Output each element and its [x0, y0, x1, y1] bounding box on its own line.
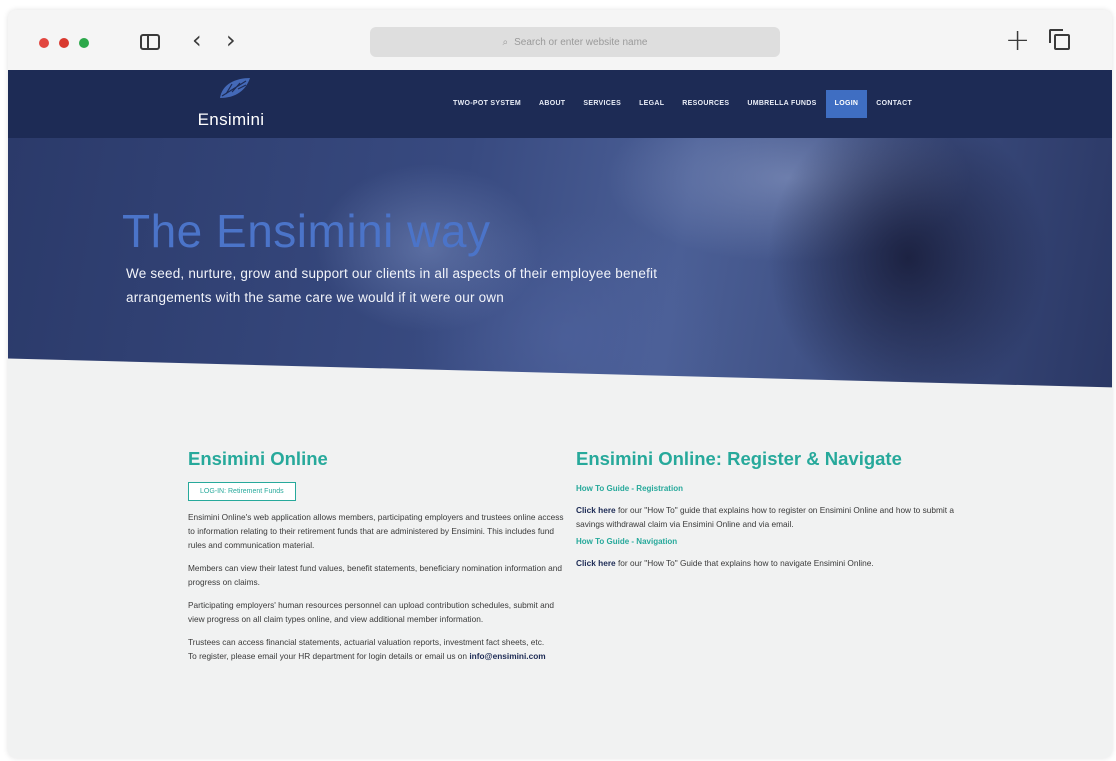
trustees-text: Trustees can access financial statements… — [188, 637, 545, 647]
click-here-link[interactable]: Click here — [576, 505, 616, 515]
zoom-window-button[interactable] — [79, 38, 89, 48]
site-logo[interactable]: Ensimini — [186, 76, 276, 134]
nav-umbrella-funds[interactable]: UMBRELLA FUNDS — [738, 90, 825, 118]
nav-legal[interactable]: LEGAL — [630, 90, 673, 118]
section-heading: Ensimini Online: Register & Navigate — [576, 448, 902, 469]
nav-contact[interactable]: CONTACT — [867, 90, 921, 118]
address-bar-placeholder: Search or enter website name — [514, 36, 648, 48]
hero-title: The Ensimini way — [122, 205, 491, 257]
close-window-button[interactable] — [39, 38, 49, 48]
hero-subtitle: We seed, nurture, grow and support our c… — [126, 266, 658, 305]
paragraph: Members can view their latest fund value… — [188, 563, 563, 587]
main-menu: TWO-POT SYSTEM ABOUT SERVICES LEGAL RESO… — [444, 90, 921, 118]
nav-two-pot-system[interactable]: TWO-POT SYSTEM — [444, 90, 530, 118]
navigation-guide-text: Click here for our "How To" Guide that e… — [576, 556, 956, 570]
search-icon: ⌕ — [502, 36, 509, 48]
navigation-guide-link[interactable]: How To Guide - Navigation — [576, 537, 956, 546]
hero-angled-edge — [8, 358, 1112, 418]
login-retirement-funds-button[interactable]: LOG-IN: Retirement Funds — [188, 482, 296, 501]
hero-banner: The Ensimini way We seed, nurture, grow … — [8, 138, 1112, 418]
ensimini-online-section: Ensimini Online LOG-IN: Retirement Funds… — [188, 448, 568, 663]
back-icon[interactable]: ‹ — [192, 28, 202, 52]
guide-description: for our "How To" Guide that explains how… — [617, 558, 874, 568]
leaf-logo-icon — [220, 78, 250, 98]
nav-services[interactable]: SERVICES — [574, 90, 630, 118]
address-bar[interactable]: ⌕ Search or enter website name — [370, 27, 780, 57]
paragraph: Ensimini Online's web application allows… — [188, 512, 564, 550]
guide-description: for our "How To" guide that explains how… — [576, 505, 954, 529]
tab-overview-icon[interactable] — [1049, 29, 1070, 50]
nav-about[interactable]: ABOUT — [530, 90, 574, 118]
registration-guide-link[interactable]: How To Guide - Registration — [576, 484, 956, 493]
new-tab-icon[interactable]: + — [1005, 26, 1030, 56]
section-heading: Ensimini Online — [188, 448, 328, 469]
register-navigate-section: Ensimini Online: Register & Navigate How… — [576, 448, 956, 570]
nav-resources[interactable]: RESOURCES — [673, 90, 738, 118]
minimize-window-button[interactable] — [59, 38, 69, 48]
email-link[interactable]: info@ensimini.com — [469, 651, 545, 661]
logo-text: Ensimini — [197, 110, 265, 129]
paragraph: Participating employers' human resources… — [188, 600, 554, 624]
browser-window: ‹ › ⌕ Search or enter website name + Ens… — [8, 10, 1112, 758]
registration-guide-text: Click here for our "How To" guide that e… — [576, 503, 956, 531]
nav-login[interactable]: LOGIN — [825, 90, 868, 118]
forward-icon[interactable]: › — [226, 28, 236, 52]
click-here-link[interactable]: Click here — [576, 558, 616, 568]
sidebar-toggle-icon[interactable] — [140, 34, 160, 50]
main-content: Ensimini Online LOG-IN: Retirement Funds… — [8, 418, 1112, 758]
register-text: To register, please email your HR depart… — [188, 651, 468, 661]
browser-toolbar: ‹ › ⌕ Search or enter website name + — [8, 10, 1112, 70]
paragraph: Trustees can access financial statements… — [188, 635, 568, 663]
site-header: Ensimini TWO-POT SYSTEM ABOUT SERVICES L… — [8, 70, 1112, 138]
